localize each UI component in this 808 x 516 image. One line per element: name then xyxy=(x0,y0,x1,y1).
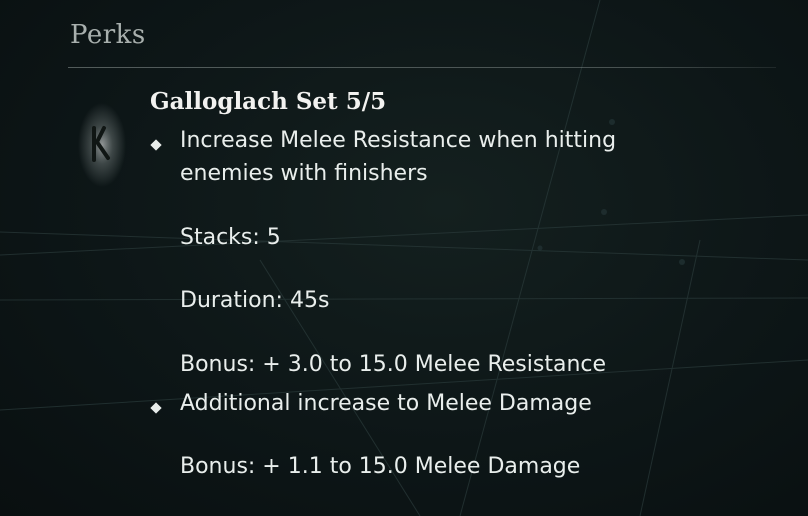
bullet-1-line-2: enemies with finishers xyxy=(180,161,428,186)
perk-title: Galloglach Set 5/5 xyxy=(150,88,387,115)
bullet-diamond-icon xyxy=(150,402,162,414)
bonus-damage-text: Bonus: + 1.1 to 15.0 Melee Damage xyxy=(180,454,581,479)
bullet-2-line-1: Additional increase to Melee Damage xyxy=(180,391,592,416)
duration-text: Duration: 45s xyxy=(180,288,330,313)
perks-header: Perks xyxy=(70,20,146,50)
bullet-1-line-1: Increase Melee Resistance when hitting xyxy=(180,128,617,153)
stacks-text: Stacks: 5 xyxy=(180,225,281,250)
background-decor xyxy=(0,0,808,516)
bullet-diamond-icon xyxy=(150,139,162,151)
rune-icon xyxy=(70,100,134,190)
bonus-resistance-text: Bonus: + 3.0 to 15.0 Melee Resistance xyxy=(180,352,607,377)
header-divider xyxy=(68,67,776,68)
